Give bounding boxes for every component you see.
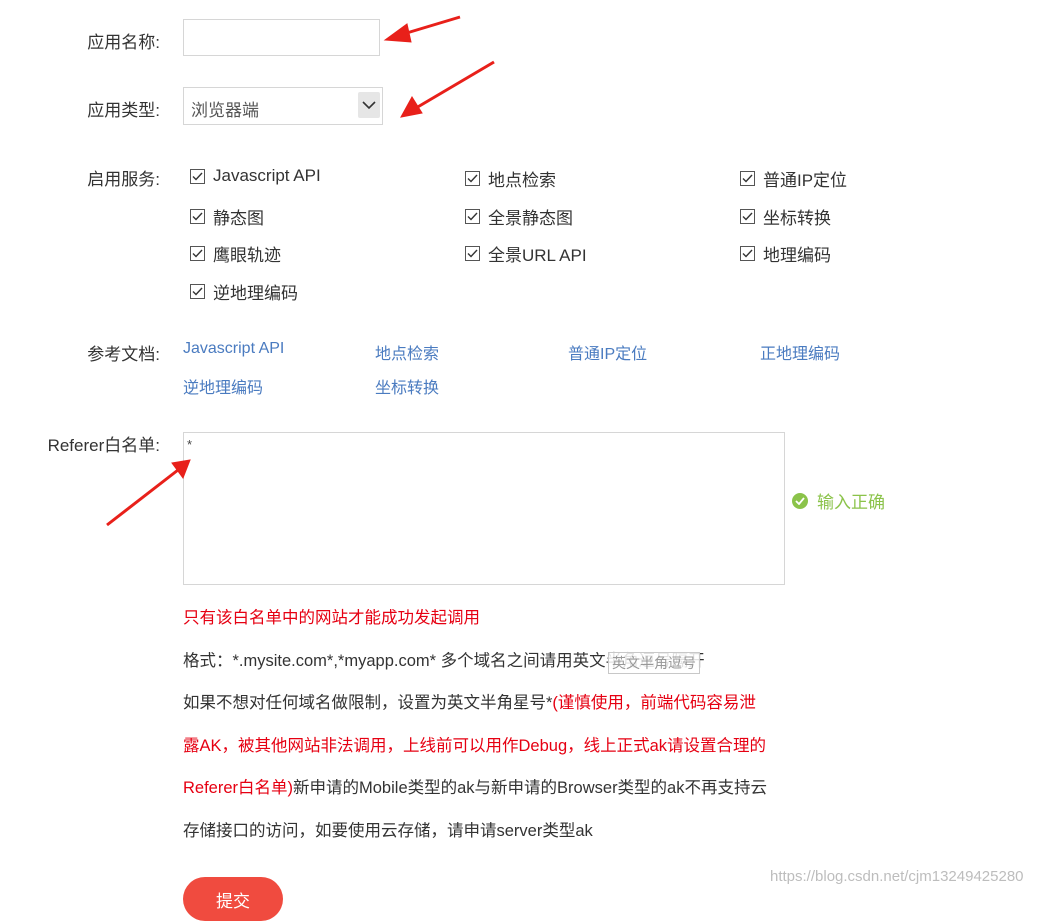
annotation-arrows <box>106 15 495 527</box>
annotation-arrow <box>400 60 495 118</box>
annotation-arrow <box>106 459 191 527</box>
annotation-arrow <box>383 15 461 43</box>
